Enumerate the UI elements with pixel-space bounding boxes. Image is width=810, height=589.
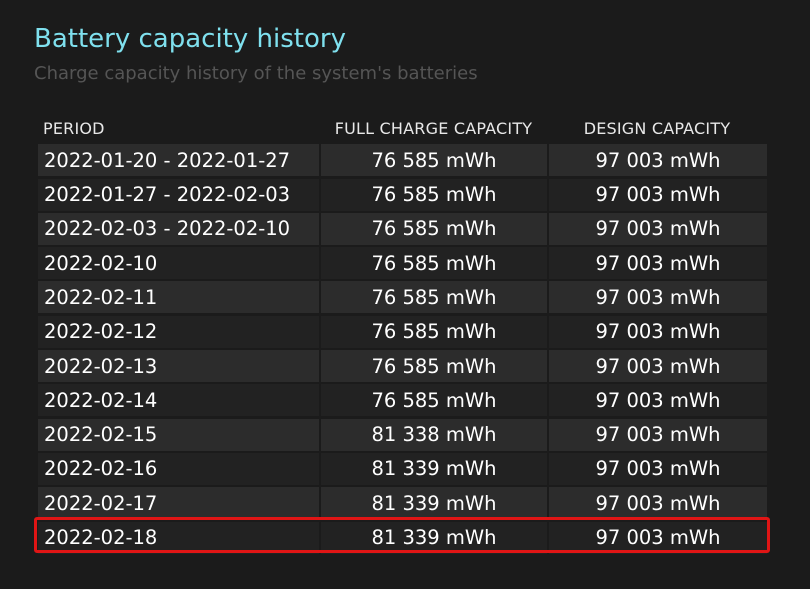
table-row: 2022-02-15 81 338 mWh 97 003 mWh [38,418,771,451]
period-cell: 2022-02-12 [38,315,319,348]
table-row: 2022-02-03 - 2022-02-10 76 585 mWh 97 00… [38,212,771,245]
full-charge-capacity-cell: 76 585 mWh [321,315,547,348]
full-charge-capacity-cell: 76 585 mWh [321,350,547,383]
table-row: 2022-01-20 - 2022-01-27 76 585 mWh 97 00… [38,144,771,177]
period-cell: 2022-02-17 [38,487,319,520]
period-cell: 2022-02-10 [38,247,319,280]
period-cell: 2022-02-18 [38,521,319,554]
period-cell: 2022-02-03 - 2022-02-10 [38,212,319,245]
design-capacity-cell: 97 003 mWh [549,144,767,177]
full-charge-capacity-cell: 76 585 mWh [321,212,547,245]
column-header-design-capacity: DESIGN CAPACITY [583,119,731,138]
design-capacity-cell: 97 003 mWh [549,212,767,245]
table-row: 2022-02-14 76 585 mWh 97 003 mWh [38,384,771,417]
design-capacity-cell: 97 003 mWh [549,384,767,417]
capacity-history-table: PERIOD FULL CHARGE CAPACITY DESIGN CAPAC… [38,115,771,554]
table-row: 2022-02-10 76 585 mWh 97 003 mWh [38,247,771,280]
battery-report-page: Battery capacity history Charge capacity… [0,0,810,589]
design-capacity-cell: 97 003 mWh [549,521,767,554]
table-row: 2022-02-16 81 339 mWh 97 003 mWh [38,452,771,485]
design-capacity-cell: 97 003 mWh [549,487,767,520]
column-header-full-charge-capacity: FULL CHARGE CAPACITY [334,119,533,138]
table-row: 2022-02-12 76 585 mWh 97 003 mWh [38,315,771,348]
table-row: 2022-02-13 76 585 mWh 97 003 mWh [38,350,771,383]
table-row: 2022-01-27 - 2022-02-03 76 585 mWh 97 00… [38,178,771,211]
column-header-period: PERIOD [43,119,105,138]
full-charge-capacity-cell: 76 585 mWh [321,247,547,280]
period-cell: 2022-02-11 [38,281,319,314]
period-cell: 2022-01-20 - 2022-01-27 [38,144,319,177]
full-charge-capacity-cell: 76 585 mWh [321,144,547,177]
design-capacity-cell: 97 003 mWh [549,247,767,280]
full-charge-capacity-cell: 81 339 mWh [321,521,547,554]
period-cell: 2022-02-15 [38,418,319,451]
design-capacity-cell: 97 003 mWh [549,350,767,383]
full-charge-capacity-cell: 76 585 mWh [321,178,547,211]
design-capacity-cell: 97 003 mWh [549,281,767,314]
page-subtitle: Charge capacity history of the system's … [34,63,478,84]
full-charge-capacity-cell: 81 339 mWh [321,487,547,520]
full-charge-capacity-cell: 76 585 mWh [321,384,547,417]
period-cell: 2022-02-13 [38,350,319,383]
design-capacity-cell: 97 003 mWh [549,315,767,348]
page-title: Battery capacity history [34,24,346,54]
table-row-highlighted: 2022-02-18 81 339 mWh 97 003 mWh [38,521,771,554]
full-charge-capacity-cell: 81 339 mWh [321,452,547,485]
period-cell: 2022-02-16 [38,452,319,485]
period-cell: 2022-01-27 - 2022-02-03 [38,178,319,211]
design-capacity-cell: 97 003 mWh [549,418,767,451]
design-capacity-cell: 97 003 mWh [549,452,767,485]
table-header: PERIOD FULL CHARGE CAPACITY DESIGN CAPAC… [38,115,771,142]
design-capacity-cell: 97 003 mWh [549,178,767,211]
full-charge-capacity-cell: 81 338 mWh [321,418,547,451]
full-charge-capacity-cell: 76 585 mWh [321,281,547,314]
table-row: 2022-02-17 81 339 mWh 97 003 mWh [38,487,771,520]
table-row: 2022-02-11 76 585 mWh 97 003 mWh [38,281,771,314]
period-cell: 2022-02-14 [38,384,319,417]
